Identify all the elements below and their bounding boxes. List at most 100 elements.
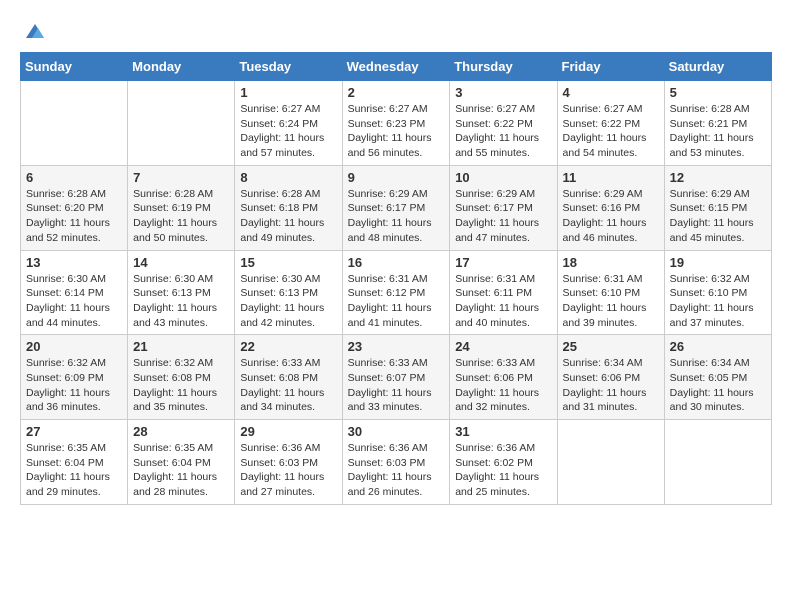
day-info: Sunrise: 6:31 AM Sunset: 6:10 PM Dayligh… (563, 272, 659, 331)
calendar-header-tuesday: Tuesday (235, 53, 342, 81)
calendar-cell (128, 81, 235, 166)
calendar-header-monday: Monday (128, 53, 235, 81)
day-number: 6 (26, 170, 122, 185)
calendar-header-thursday: Thursday (450, 53, 557, 81)
day-number: 25 (563, 339, 659, 354)
calendar-week-row: 27 Sunrise: 6:35 AM Sunset: 6:04 PM Dayli… (21, 420, 772, 505)
day-number: 17 (455, 255, 551, 270)
calendar-cell: 12Sunrise: 6:29 AM Sunset: 6:15 PM Dayli… (664, 165, 771, 250)
calendar-cell: 24 Sunrise: 6:33 AM Sunset: 6:06 PM Dayli… (450, 335, 557, 420)
day-number: 29 (240, 424, 336, 439)
day-number: 7 (133, 170, 229, 185)
day-info: Sunrise: 6:28 AM Sunset: 6:20 PM Dayligh… (26, 187, 122, 246)
calendar-cell (21, 81, 128, 166)
day-info: Sunrise: 6:28 AM Sunset: 6:21 PM Dayligh… (670, 102, 766, 161)
calendar-cell: 5 Sunrise: 6:28 AM Sunset: 6:21 PM Daylig… (664, 81, 771, 166)
calendar-cell: 26 Sunrise: 6:34 AM Sunset: 6:05 PM Dayli… (664, 335, 771, 420)
day-number: 28 (133, 424, 229, 439)
day-number: 8 (240, 170, 336, 185)
calendar-week-row: 1 Sunrise: 6:27 AM Sunset: 6:24 PM Daylig… (21, 81, 772, 166)
calendar-week-row: 6 Sunrise: 6:28 AM Sunset: 6:20 PM Daylig… (21, 165, 772, 250)
day-number: 2 (348, 85, 445, 100)
calendar-header-saturday: Saturday (664, 53, 771, 81)
day-info: Sunrise: 6:30 AM Sunset: 6:13 PM Dayligh… (240, 272, 336, 331)
logo (20, 20, 50, 42)
calendar-header-wednesday: Wednesday (342, 53, 450, 81)
day-number: 11 (563, 170, 659, 185)
day-info: Sunrise: 6:30 AM Sunset: 6:14 PM Dayligh… (26, 272, 122, 331)
day-info: Sunrise: 6:28 AM Sunset: 6:18 PM Dayligh… (240, 187, 336, 246)
day-info: Sunrise: 6:29 AM Sunset: 6:17 PM Dayligh… (455, 187, 551, 246)
day-info: Sunrise: 6:27 AM Sunset: 6:24 PM Dayligh… (240, 102, 336, 161)
day-number: 3 (455, 85, 551, 100)
calendar-cell (557, 420, 664, 505)
calendar-cell: 13 Sunrise: 6:30 AM Sunset: 6:14 PM Dayli… (21, 250, 128, 335)
calendar-cell: 17 Sunrise: 6:31 AM Sunset: 6:11 PM Dayli… (450, 250, 557, 335)
calendar-cell: 22Sunrise: 6:33 AM Sunset: 6:08 PM Dayli… (235, 335, 342, 420)
day-number: 16 (348, 255, 445, 270)
day-info: Sunrise: 6:35 AM Sunset: 6:04 PM Dayligh… (26, 441, 122, 500)
calendar-cell: 11 Sunrise: 6:29 AM Sunset: 6:16 PM Dayli… (557, 165, 664, 250)
day-info: Sunrise: 6:36 AM Sunset: 6:03 PM Dayligh… (240, 441, 336, 500)
calendar-cell: 21Sunrise: 6:32 AM Sunset: 6:08 PM Dayli… (128, 335, 235, 420)
day-info: Sunrise: 6:36 AM Sunset: 6:03 PM Dayligh… (348, 441, 445, 500)
page-header (20, 20, 772, 42)
calendar-cell: 30Sunrise: 6:36 AM Sunset: 6:03 PM Dayli… (342, 420, 450, 505)
calendar-cell: 10 Sunrise: 6:29 AM Sunset: 6:17 PM Dayli… (450, 165, 557, 250)
day-number: 20 (26, 339, 122, 354)
calendar-cell: 14Sunrise: 6:30 AM Sunset: 6:13 PM Dayli… (128, 250, 235, 335)
day-number: 31 (455, 424, 551, 439)
calendar-header-friday: Friday (557, 53, 664, 81)
calendar-cell (664, 420, 771, 505)
calendar-cell: 9Sunrise: 6:29 AM Sunset: 6:17 PM Daylig… (342, 165, 450, 250)
day-info: Sunrise: 6:29 AM Sunset: 6:16 PM Dayligh… (563, 187, 659, 246)
calendar-cell: 8 Sunrise: 6:28 AM Sunset: 6:18 PM Daylig… (235, 165, 342, 250)
day-info: Sunrise: 6:31 AM Sunset: 6:11 PM Dayligh… (455, 272, 551, 331)
day-number: 5 (670, 85, 766, 100)
day-info: Sunrise: 6:35 AM Sunset: 6:04 PM Dayligh… (133, 441, 229, 500)
calendar-cell: 6 Sunrise: 6:28 AM Sunset: 6:20 PM Daylig… (21, 165, 128, 250)
calendar-cell: 27 Sunrise: 6:35 AM Sunset: 6:04 PM Dayli… (21, 420, 128, 505)
day-info: Sunrise: 6:33 AM Sunset: 6:06 PM Dayligh… (455, 356, 551, 415)
day-info: Sunrise: 6:27 AM Sunset: 6:22 PM Dayligh… (563, 102, 659, 161)
day-number: 14 (133, 255, 229, 270)
calendar-cell: 16 Sunrise: 6:31 AM Sunset: 6:12 PM Dayli… (342, 250, 450, 335)
day-info: Sunrise: 6:34 AM Sunset: 6:06 PM Dayligh… (563, 356, 659, 415)
day-number: 13 (26, 255, 122, 270)
calendar-header-row: SundayMondayTuesdayWednesdayThursdayFrid… (21, 53, 772, 81)
day-number: 22 (240, 339, 336, 354)
day-number: 4 (563, 85, 659, 100)
day-info: Sunrise: 6:27 AM Sunset: 6:22 PM Dayligh… (455, 102, 551, 161)
calendar-cell: 23Sunrise: 6:33 AM Sunset: 6:07 PM Dayli… (342, 335, 450, 420)
day-number: 27 (26, 424, 122, 439)
day-info: Sunrise: 6:36 AM Sunset: 6:02 PM Dayligh… (455, 441, 551, 500)
day-number: 15 (240, 255, 336, 270)
calendar-cell: 19 Sunrise: 6:32 AM Sunset: 6:10 PM Dayli… (664, 250, 771, 335)
calendar-cell: 18 Sunrise: 6:31 AM Sunset: 6:10 PM Dayli… (557, 250, 664, 335)
calendar-table: SundayMondayTuesdayWednesdayThursdayFrid… (20, 52, 772, 505)
calendar-cell: 20Sunrise: 6:32 AM Sunset: 6:09 PM Dayli… (21, 335, 128, 420)
calendar-cell: 29 Sunrise: 6:36 AM Sunset: 6:03 PM Dayli… (235, 420, 342, 505)
day-info: Sunrise: 6:27 AM Sunset: 6:23 PM Dayligh… (348, 102, 445, 161)
calendar-cell: 1 Sunrise: 6:27 AM Sunset: 6:24 PM Daylig… (235, 81, 342, 166)
logo-icon (24, 20, 46, 42)
day-info: Sunrise: 6:31 AM Sunset: 6:12 PM Dayligh… (348, 272, 445, 331)
day-info: Sunrise: 6:32 AM Sunset: 6:10 PM Dayligh… (670, 272, 766, 331)
day-info: Sunrise: 6:33 AM Sunset: 6:07 PM Dayligh… (348, 356, 445, 415)
day-number: 10 (455, 170, 551, 185)
day-info: Sunrise: 6:34 AM Sunset: 6:05 PM Dayligh… (670, 356, 766, 415)
day-number: 19 (670, 255, 766, 270)
day-number: 18 (563, 255, 659, 270)
calendar-week-row: 13 Sunrise: 6:30 AM Sunset: 6:14 PM Dayli… (21, 250, 772, 335)
day-info: Sunrise: 6:32 AM Sunset: 6:08 PM Dayligh… (133, 356, 229, 415)
day-info: Sunrise: 6:28 AM Sunset: 6:19 PM Dayligh… (133, 187, 229, 246)
day-number: 26 (670, 339, 766, 354)
calendar-cell: 7 Sunrise: 6:28 AM Sunset: 6:19 PM Daylig… (128, 165, 235, 250)
calendar-cell: 4 Sunrise: 6:27 AM Sunset: 6:22 PM Daylig… (557, 81, 664, 166)
day-number: 9 (348, 170, 445, 185)
calendar-cell: 3 Sunrise: 6:27 AM Sunset: 6:22 PM Daylig… (450, 81, 557, 166)
day-number: 24 (455, 339, 551, 354)
calendar-cell: 15 Sunrise: 6:30 AM Sunset: 6:13 PM Dayli… (235, 250, 342, 335)
day-number: 1 (240, 85, 336, 100)
calendar-cell: 2 Sunrise: 6:27 AM Sunset: 6:23 PM Daylig… (342, 81, 450, 166)
